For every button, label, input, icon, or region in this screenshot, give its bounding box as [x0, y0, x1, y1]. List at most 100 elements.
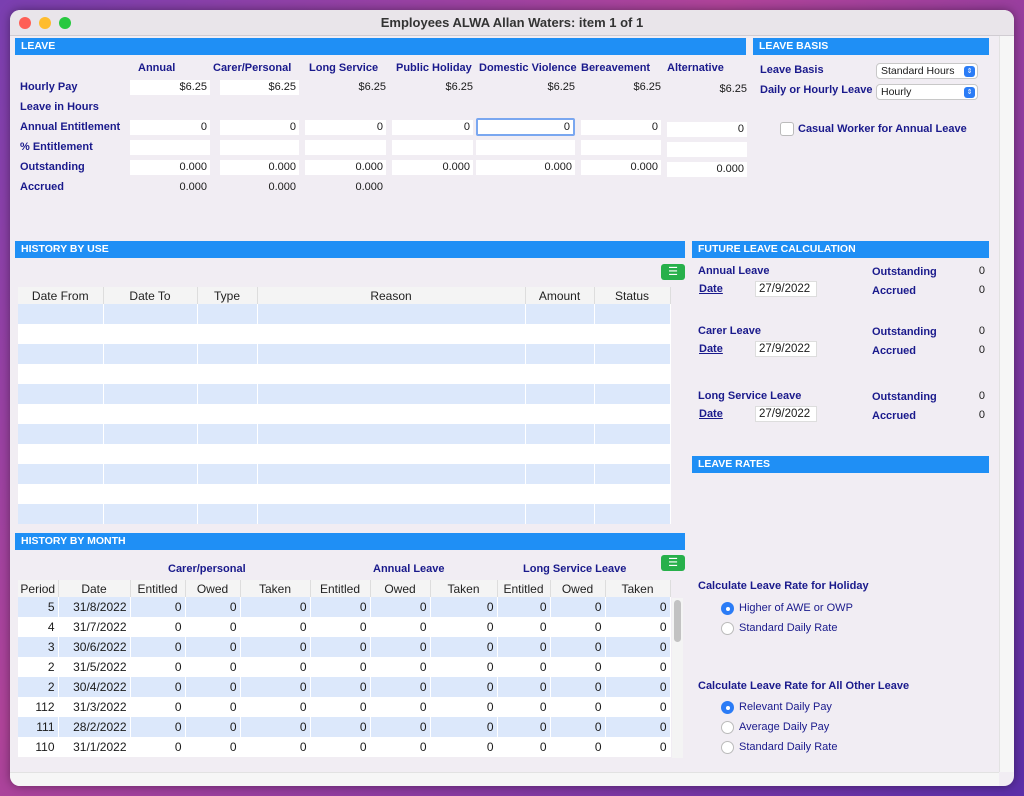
column-header[interactable]: Date — [58, 580, 131, 597]
column-header[interactable]: Date To — [103, 287, 198, 304]
column-header[interactable]: Period — [18, 580, 59, 597]
column-header[interactable]: Entitled — [310, 580, 371, 597]
pct-entitlement-field[interactable] — [667, 142, 747, 157]
table-cell: 0 — [310, 717, 371, 737]
table-row[interactable]: 5 31/8/2022 0 0 0 0 0 0 0 0 0 — [18, 597, 671, 617]
other-rate-option[interactable]: Standard Daily Rate — [739, 741, 837, 753]
table-cell: 0 — [130, 677, 186, 697]
table-row[interactable]: 4 31/7/2022 0 0 0 0 0 0 0 0 0 — [18, 617, 671, 637]
outstanding-field[interactable]: 0.000 — [392, 160, 473, 175]
other-rate-option[interactable]: Relevant Daily Pay — [739, 701, 832, 713]
outstanding-field[interactable]: 0.000 — [667, 162, 747, 177]
future-item-title: Long Service Leave — [698, 390, 802, 402]
column-header[interactable]: Entitled — [130, 580, 186, 597]
holiday-rate-option[interactable]: Standard Daily Rate — [739, 622, 837, 634]
close-button[interactable] — [19, 17, 31, 29]
table-cell — [103, 424, 198, 444]
table-row[interactable] — [18, 364, 671, 384]
column-header[interactable]: Taken — [430, 580, 498, 597]
table-row[interactable] — [18, 504, 671, 524]
other-rate-radio[interactable] — [721, 741, 734, 754]
table-row[interactable] — [18, 404, 671, 424]
column-header[interactable]: Taken — [605, 580, 671, 597]
pct-entitlement-field[interactable] — [476, 140, 575, 155]
holiday-rate-radio[interactable] — [721, 622, 734, 635]
list-button[interactable]: ☰ — [661, 555, 685, 571]
pct-entitlement-field[interactable] — [581, 140, 661, 155]
table-cell — [525, 404, 595, 424]
table-row[interactable] — [18, 384, 671, 404]
date-field[interactable]: 27/9/2022 — [755, 341, 817, 357]
outstanding-field[interactable]: 0.000 — [130, 160, 210, 175]
table-row[interactable] — [18, 304, 671, 324]
other-rate-radio[interactable] — [721, 701, 734, 714]
table-cell — [197, 364, 258, 384]
outstanding-field[interactable]: 0.000 — [220, 160, 299, 175]
outstanding-field[interactable]: 0.000 — [476, 160, 575, 175]
table-row[interactable] — [18, 324, 671, 344]
date-link[interactable]: Date — [699, 408, 723, 420]
date-field[interactable]: 27/9/2022 — [755, 406, 817, 422]
date-link[interactable]: Date — [699, 283, 723, 295]
pct-entitlement-field[interactable] — [220, 140, 299, 155]
pct-entitlement-field[interactable] — [130, 140, 210, 155]
column-header[interactable]: Owed — [185, 580, 241, 597]
annual-entitlement-field[interactable]: 0 — [305, 120, 386, 135]
column-header[interactable]: Reason — [257, 287, 526, 304]
table-row[interactable] — [18, 424, 671, 444]
table-row[interactable]: 2 30/4/2022 0 0 0 0 0 0 0 0 0 — [18, 677, 671, 697]
accrued-value: 0.000 — [355, 181, 383, 193]
leave-basis-value: Standard Hours — [881, 65, 955, 77]
month-scrollbar[interactable] — [672, 598, 683, 758]
column-header[interactable]: Amount — [525, 287, 595, 304]
vertical-scrollbar[interactable] — [999, 36, 1014, 772]
column-header[interactable]: Status — [594, 287, 671, 304]
column-header[interactable]: Taken — [240, 580, 311, 597]
annual-entitlement-field[interactable]: 0 — [130, 120, 210, 135]
zoom-button[interactable] — [59, 17, 71, 29]
hourly-pay-field[interactable]: $6.25 — [220, 80, 299, 95]
column-header[interactable]: Owed — [370, 580, 431, 597]
casual-worker-checkbox[interactable] — [780, 122, 794, 136]
other-rate-radio[interactable] — [721, 721, 734, 734]
annual-entitlement-field[interactable]: 0 — [392, 120, 473, 135]
table-row[interactable] — [18, 464, 671, 484]
horizontal-scrollbar[interactable] — [10, 772, 999, 786]
column-header[interactable]: Type — [197, 287, 258, 304]
daily-hourly-select[interactable]: Hourly ⇕ — [876, 84, 978, 100]
table-row[interactable]: 110 31/1/2022 0 0 0 0 0 0 0 0 0 — [18, 737, 671, 757]
table-row[interactable]: 112 31/3/2022 0 0 0 0 0 0 0 0 0 — [18, 697, 671, 717]
outstanding-field[interactable]: 0.000 — [305, 160, 386, 175]
outstanding-field[interactable]: 0.000 — [581, 160, 661, 175]
pct-entitlement-field[interactable] — [392, 140, 473, 155]
pct-entitlement-field[interactable] — [305, 140, 386, 155]
list-button[interactable]: ☰ — [661, 264, 685, 280]
minimize-button[interactable] — [39, 17, 51, 29]
date-link[interactable]: Date — [699, 343, 723, 355]
row-label-pct_entitlement: % Entitlement — [20, 141, 93, 153]
row-label-annual_entitlement: Annual Entitlement — [20, 121, 121, 133]
table-row[interactable] — [18, 444, 671, 464]
column-header[interactable]: Owed — [550, 580, 606, 597]
date-field[interactable]: 27/9/2022 — [755, 281, 817, 297]
table-cell — [197, 484, 258, 504]
column-header[interactable]: Entitled — [497, 580, 551, 597]
leave-basis-select[interactable]: Standard Hours ⇕ — [876, 63, 978, 79]
table-row[interactable] — [18, 344, 671, 364]
table-row[interactable]: 2 31/5/2022 0 0 0 0 0 0 0 0 0 — [18, 657, 671, 677]
annual-entitlement-field[interactable]: 0 — [667, 122, 747, 137]
scroll-thumb[interactable] — [674, 600, 681, 642]
hourly-pay-field: $6.25 — [633, 81, 661, 93]
table-row[interactable]: 111 28/2/2022 0 0 0 0 0 0 0 0 0 — [18, 717, 671, 737]
hourly-pay-field[interactable]: $6.25 — [130, 80, 210, 95]
holiday-rate-option[interactable]: Higher of AWE or OWP — [739, 602, 853, 614]
annual-entitlement-field[interactable]: 0 — [581, 120, 661, 135]
other-rate-option[interactable]: Average Daily Pay — [739, 721, 829, 733]
annual-entitlement-field[interactable]: 0 — [220, 120, 299, 135]
table-row[interactable]: 3 30/6/2022 0 0 0 0 0 0 0 0 0 — [18, 637, 671, 657]
annual-entitlement-field[interactable]: 0 — [476, 118, 575, 136]
table-cell: 0 — [550, 717, 606, 737]
column-header[interactable]: Date From — [18, 287, 104, 304]
table-row[interactable] — [18, 484, 671, 504]
holiday-rate-radio[interactable] — [721, 602, 734, 615]
